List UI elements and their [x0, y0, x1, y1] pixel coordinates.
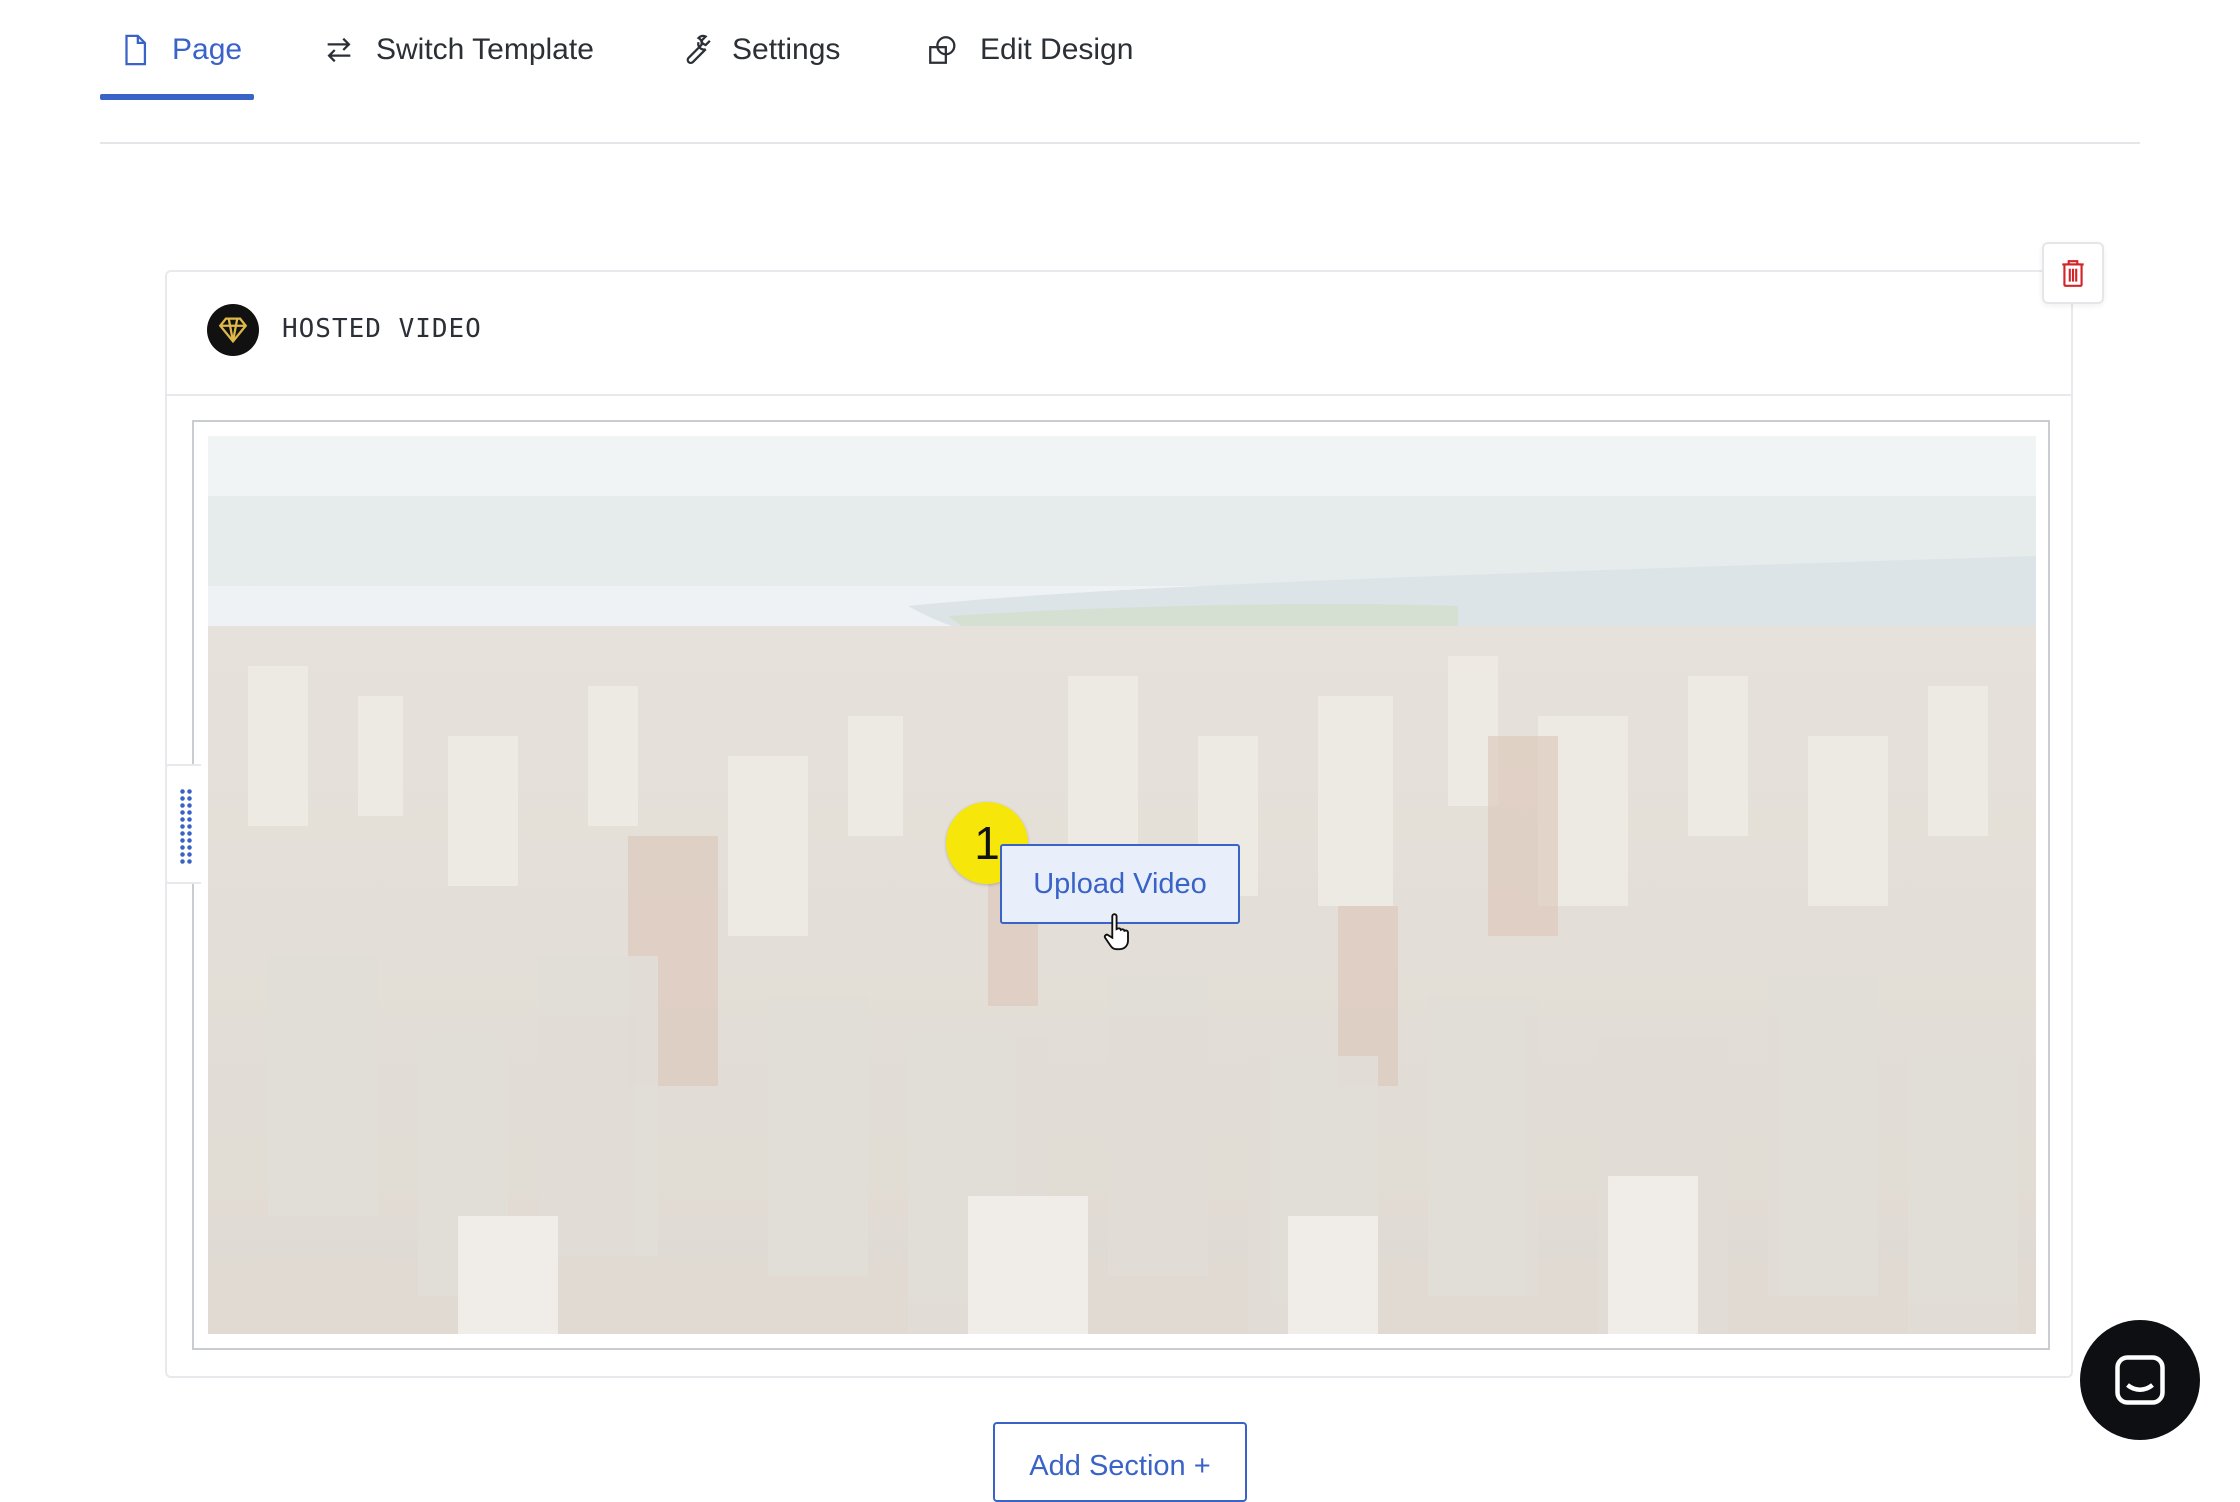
- chat-launcher-button[interactable]: [2080, 1320, 2200, 1440]
- hand-cursor-icon: [1103, 913, 1129, 951]
- tab-edit-design[interactable]: Edit Design: [926, 0, 1133, 100]
- tab-edit-design-label: Edit Design: [980, 33, 1134, 66]
- section-title: HOSTED VIDEO: [282, 314, 482, 344]
- tab-settings-label: Settings: [732, 33, 841, 66]
- add-section-button[interactable]: Add Section +: [993, 1422, 1247, 1502]
- trash-icon: [2062, 260, 2084, 287]
- tab-switch-template-label: Switch Template: [376, 33, 594, 66]
- document-icon: [125, 34, 147, 66]
- tab-page[interactable]: Page: [100, 0, 254, 100]
- delete-section-button[interactable]: [2042, 242, 2104, 304]
- section-drag-handle[interactable]: [165, 764, 201, 884]
- drag-dots-icon: [179, 788, 193, 864]
- tab-switch-template[interactable]: Switch Template: [322, 0, 594, 100]
- chat-bubble-icon: [2115, 1355, 2165, 1405]
- editor-tabs: Page Switch Template Settings Edit Desig…: [100, 0, 2140, 144]
- wrench-icon: [686, 34, 711, 65]
- shapes-icon: [929, 36, 956, 64]
- hosted-video-section: HOSTED VIDEO: [165, 270, 2073, 1378]
- tab-settings[interactable]: Settings: [678, 0, 840, 100]
- swap-arrows-icon: [327, 37, 351, 63]
- tab-page-label: Page: [172, 33, 243, 66]
- section-header: HOSTED VIDEO: [167, 272, 2071, 396]
- diamond-logo-icon: [207, 304, 259, 356]
